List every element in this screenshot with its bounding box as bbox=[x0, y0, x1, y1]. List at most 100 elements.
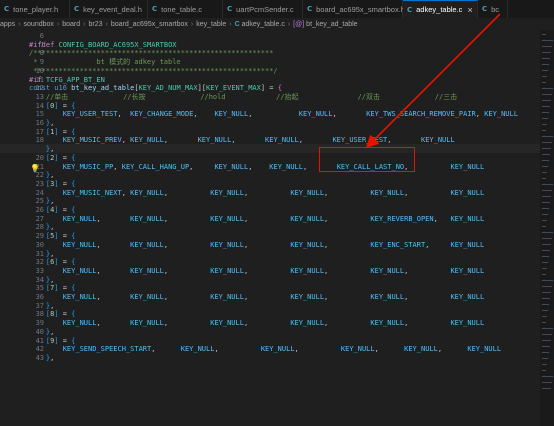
minimap-line bbox=[542, 310, 548, 311]
minimap-line bbox=[542, 256, 549, 257]
code-token: KEY_NULL bbox=[214, 162, 249, 171]
minimap-line bbox=[542, 370, 546, 371]
code-token: , bbox=[96, 240, 131, 249]
code-token: KEY_NULL bbox=[370, 266, 405, 275]
code-line[interactable]: KEY_USER_TEST, KEY_CHANGE_MODE, KEY_NULL… bbox=[29, 109, 518, 120]
code-token: KEY_NULL bbox=[450, 240, 485, 249]
tab-label: uartPcmSender.c bbox=[236, 4, 294, 14]
minimap-line bbox=[542, 352, 549, 353]
minimap-line bbox=[542, 274, 546, 275]
tab-uartpcmsender-c[interactable]: CuartPcmSender.c bbox=[223, 0, 303, 18]
code-line[interactable]: KEY_MUSIC_PP, KEY_CALL_HANG_UP, KEY_NULL… bbox=[29, 162, 485, 173]
minimap-line bbox=[542, 340, 551, 341]
code-line[interactable]: KEY_NULL, KEY_NULL, KEY_NULL, KEY_NULL, … bbox=[29, 214, 484, 225]
code-token: , bbox=[248, 110, 299, 119]
tab-bar: Ctone_player.h Ckey_event_deal.h Ctone_tab… bbox=[0, 0, 554, 19]
code-token: , bbox=[324, 214, 371, 223]
code-token: KEY_NULL bbox=[130, 319, 164, 328]
code-token: KEY_NULL bbox=[290, 214, 325, 223]
minimap-line bbox=[542, 64, 549, 65]
minimap-line bbox=[542, 184, 553, 185]
code-token: KEY_CALL_HANG_UP bbox=[121, 162, 190, 171]
breadcrumb-symbol[interactable]: bt_key_ad_table bbox=[306, 21, 357, 28]
c-file-icon: C bbox=[307, 5, 313, 13]
minimap-line bbox=[542, 178, 546, 179]
code-token: KEY_NULL bbox=[290, 188, 325, 197]
code-token: KEY_REVERB_OPEN bbox=[370, 214, 434, 223]
minimap-line bbox=[542, 196, 551, 197]
code-token: , bbox=[324, 266, 371, 275]
code-token: , bbox=[248, 162, 270, 171]
code-line[interactable]: KEY_NULL, KEY_NULL, KEY_NULL, KEY_NULL, … bbox=[29, 266, 484, 277]
minimap-line bbox=[542, 112, 549, 113]
breadcrumb-item[interactable]: br23 bbox=[88, 21, 102, 28]
minimap-line bbox=[542, 136, 553, 137]
minimap-line bbox=[542, 280, 553, 281]
tab-tone-player-h[interactable]: Ctone_player.h bbox=[0, 0, 70, 18]
code-line[interactable]: }, bbox=[29, 353, 54, 364]
breadcrumb-file[interactable]: adkey_table.c bbox=[242, 21, 285, 28]
minimap-line bbox=[542, 292, 551, 293]
tab-bc[interactable]: Cbc bbox=[478, 0, 508, 18]
code-line[interactable]: KEY_MUSIC_NEXT, KEY_NULL, KEY_NULL, KEY_… bbox=[29, 188, 484, 199]
code-token: , bbox=[121, 188, 131, 197]
code-token: KEY_NULL bbox=[467, 345, 502, 354]
close-icon[interactable]: × bbox=[467, 5, 472, 15]
minimap-line bbox=[542, 364, 547, 365]
code-token: , bbox=[243, 266, 291, 275]
breadcrumb-item[interactable]: apps bbox=[0, 21, 15, 28]
code-token: KEY_NULL bbox=[450, 188, 485, 197]
minimap-line bbox=[542, 46, 552, 47]
tab-adkey-table-c[interactable]: Cadkey_table.c × bbox=[403, 0, 478, 18]
minimap-line bbox=[542, 268, 547, 269]
code-token: , bbox=[96, 293, 131, 301]
code-token: , bbox=[163, 266, 211, 275]
code-token: , bbox=[324, 188, 371, 197]
minimap-line bbox=[542, 298, 550, 299]
code-token: , bbox=[243, 240, 291, 249]
code-token: , bbox=[163, 240, 211, 249]
code-token: , bbox=[404, 188, 451, 197]
code-token: , bbox=[50, 353, 55, 362]
breadcrumb-item[interactable]: key_table bbox=[196, 21, 226, 28]
tab-label: bc bbox=[491, 4, 500, 14]
code-token: , bbox=[324, 240, 371, 249]
minimap[interactable] bbox=[540, 30, 554, 426]
code-line[interactable]: KEY_NULL, KEY_NULL, KEY_NULL, KEY_NULL, … bbox=[29, 318, 484, 329]
minimap-line bbox=[542, 214, 548, 215]
code-token: , bbox=[163, 293, 211, 301]
lightbulb-icon[interactable]: 💡 bbox=[30, 164, 40, 173]
minimap-line bbox=[542, 34, 546, 35]
code-token: //单击 //长按 //hold //抬起 //双击 //三击 bbox=[29, 92, 458, 101]
minimap-line bbox=[542, 334, 552, 335]
minimap-line bbox=[542, 142, 552, 143]
code-line[interactable]: //单击 //长按 //hold //抬起 //双击 //三击 bbox=[29, 92, 457, 103]
code-editor[interactable]: 6789101112131415161718192021222324252627… bbox=[0, 30, 554, 426]
code-line[interactable]: KEY_NULL, KEY_NULL, KEY_NULL, KEY_NULL, … bbox=[29, 292, 484, 303]
minimap-line bbox=[542, 262, 548, 263]
tab-key-event-deal-h[interactable]: Ckey_event_deal.h bbox=[70, 0, 148, 18]
code-token: , bbox=[425, 240, 451, 249]
tab-tone-table-c[interactable]: Ctone_table.c bbox=[148, 0, 223, 18]
breadcrumb-item[interactable]: board_ac695x_smartbox bbox=[111, 21, 188, 28]
code-token: KEY_NULL bbox=[210, 293, 244, 301]
minimap-line bbox=[542, 304, 549, 305]
code-line[interactable]: KEY_NULL, KEY_NULL, KEY_NULL, KEY_NULL, … bbox=[29, 240, 485, 251]
code-token: , bbox=[117, 110, 131, 119]
code-token: KEY_NULL bbox=[130, 214, 164, 223]
code-token: , bbox=[243, 188, 291, 197]
code-line[interactable]: KEY_SEND_SPEECH_START, KEY_NULL, KEY_NUL… bbox=[29, 344, 501, 355]
breadcrumb-item[interactable]: board bbox=[62, 21, 80, 28]
variable-symbol-icon: [@] bbox=[293, 20, 305, 28]
code-token: KEY_NULL bbox=[130, 188, 164, 197]
minimap-line bbox=[542, 160, 549, 161]
tab-board-ac695x-smartbox-h[interactable]: Cboard_ac695x_smartbox.h bbox=[303, 0, 405, 18]
code-token: KEY_NULL bbox=[260, 345, 295, 354]
code-token: KEY_NULL bbox=[450, 266, 485, 275]
breadcrumb-item[interactable]: soundbox bbox=[24, 21, 54, 28]
minimap-line bbox=[542, 202, 550, 203]
code-token: KEY_NULL bbox=[298, 110, 333, 119]
minimap-line bbox=[542, 94, 552, 95]
code-token: KEY_NULL bbox=[450, 162, 485, 171]
c-file-icon: C bbox=[234, 20, 240, 28]
